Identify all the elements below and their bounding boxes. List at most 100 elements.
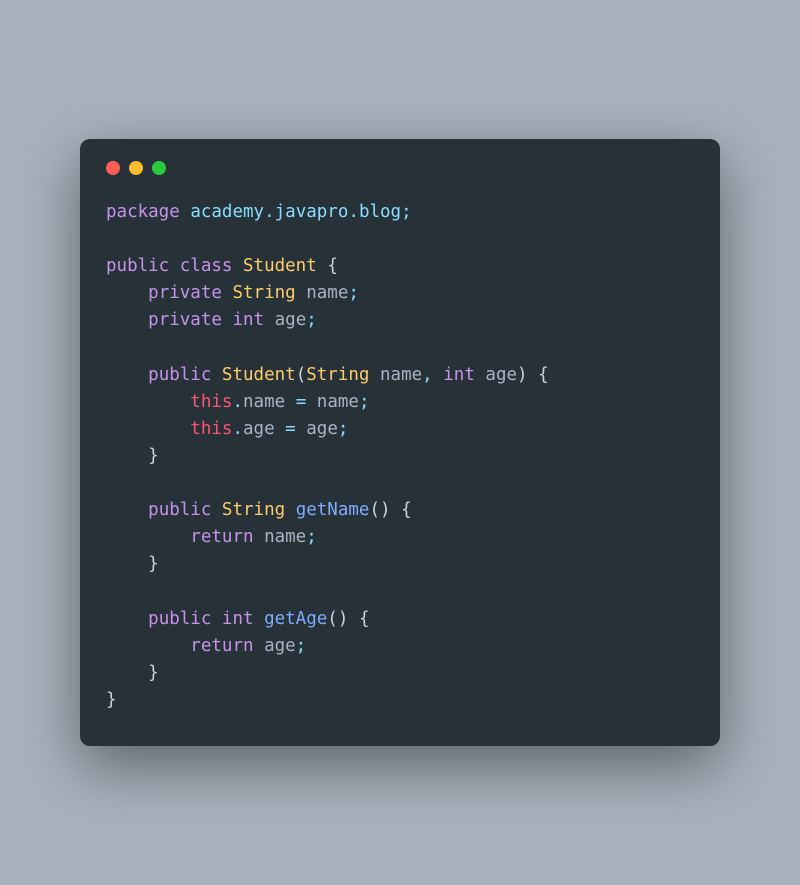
zoom-icon[interactable]: [152, 161, 166, 175]
code-token: name: [317, 392, 359, 412]
close-icon[interactable]: [106, 161, 120, 175]
code-line: }: [106, 660, 694, 687]
code-line: }: [106, 687, 694, 714]
code-token: [433, 365, 444, 385]
code-token: [106, 609, 148, 629]
code-token: name: [264, 527, 306, 547]
code-token: this: [190, 419, 232, 439]
code-token: age: [485, 365, 517, 385]
code-token: [264, 310, 275, 330]
code-token: [106, 636, 190, 656]
code-token: Student: [243, 256, 317, 276]
code-token: private: [148, 283, 222, 303]
code-token: age: [275, 310, 307, 330]
code-token: private: [148, 310, 222, 330]
code-token: ;: [296, 636, 307, 656]
code-token: ): [338, 609, 349, 629]
code-line: this.age = age;: [106, 416, 694, 443]
code-token: academy: [190, 202, 264, 222]
code-token: package: [106, 202, 180, 222]
code-token: ;: [338, 419, 349, 439]
code-token: }: [148, 554, 159, 574]
code-token: this: [190, 392, 232, 412]
code-token: public: [148, 365, 211, 385]
code-token: [106, 419, 190, 439]
code-token: ;: [359, 392, 370, 412]
code-token: age: [264, 636, 296, 656]
code-token: [106, 554, 148, 574]
code-token: ;: [306, 310, 317, 330]
code-token: getAge: [264, 609, 327, 629]
minimize-icon[interactable]: [129, 161, 143, 175]
code-line: public String getName() {: [106, 497, 694, 524]
code-token: String: [232, 283, 295, 303]
code-window: package academy.javapro.blog; public cla…: [80, 139, 720, 746]
code-token: {: [359, 609, 370, 629]
code-token: ;: [401, 202, 412, 222]
code-token: (: [369, 500, 380, 520]
code-token: age: [306, 419, 338, 439]
code-token: javapro: [275, 202, 349, 222]
code-token: String: [306, 365, 369, 385]
code-token: =: [296, 392, 307, 412]
code-token: }: [148, 446, 159, 466]
code-token: =: [285, 419, 296, 439]
code-line: [106, 470, 694, 497]
code-token: [211, 500, 222, 520]
code-token: [222, 310, 233, 330]
code-token: [232, 256, 243, 276]
window-titlebar: [106, 161, 694, 175]
code-token: getName: [296, 500, 370, 520]
code-token: .: [232, 419, 243, 439]
code-token: public: [148, 500, 211, 520]
code-line: return name;: [106, 524, 694, 551]
code-token: name: [380, 365, 422, 385]
code-line: private String name;: [106, 280, 694, 307]
code-token: ): [517, 365, 528, 385]
code-token: [348, 609, 359, 629]
code-token: .: [232, 392, 243, 412]
code-token: [369, 365, 380, 385]
code-token: .: [264, 202, 275, 222]
code-token: [106, 446, 148, 466]
code-token: Student: [222, 365, 296, 385]
code-token: [254, 636, 265, 656]
code-token: [106, 500, 148, 520]
code-token: [106, 283, 148, 303]
code-token: {: [327, 256, 338, 276]
code-token: [528, 365, 539, 385]
code-token: ;: [348, 283, 359, 303]
code-block: package academy.javapro.blog; public cla…: [106, 199, 694, 714]
code-line: this.name = name;: [106, 389, 694, 416]
code-token: [180, 202, 191, 222]
code-token: [106, 663, 148, 683]
code-line: package academy.javapro.blog;: [106, 199, 694, 226]
code-token: return: [190, 527, 253, 547]
code-line: public int getAge() {: [106, 606, 694, 633]
code-token: [106, 392, 190, 412]
code-token: .: [348, 202, 359, 222]
code-token: [391, 500, 402, 520]
code-token: [296, 283, 307, 303]
code-token: [211, 365, 222, 385]
code-token: String: [222, 500, 285, 520]
code-token: {: [401, 500, 412, 520]
code-token: [211, 609, 222, 629]
code-token: }: [106, 690, 117, 710]
code-token: ,: [422, 365, 433, 385]
code-line: [106, 226, 694, 253]
code-token: [254, 609, 265, 629]
code-token: int: [232, 310, 264, 330]
code-token: (: [296, 365, 307, 385]
code-token: [169, 256, 180, 276]
code-line: public class Student {: [106, 253, 694, 280]
code-token: public: [148, 609, 211, 629]
code-line: private int age;: [106, 307, 694, 334]
code-line: }: [106, 551, 694, 578]
code-line: [106, 579, 694, 606]
code-token: [275, 419, 286, 439]
code-line: [106, 334, 694, 361]
code-token: blog: [359, 202, 401, 222]
code-token: [296, 419, 307, 439]
code-token: (: [327, 609, 338, 629]
